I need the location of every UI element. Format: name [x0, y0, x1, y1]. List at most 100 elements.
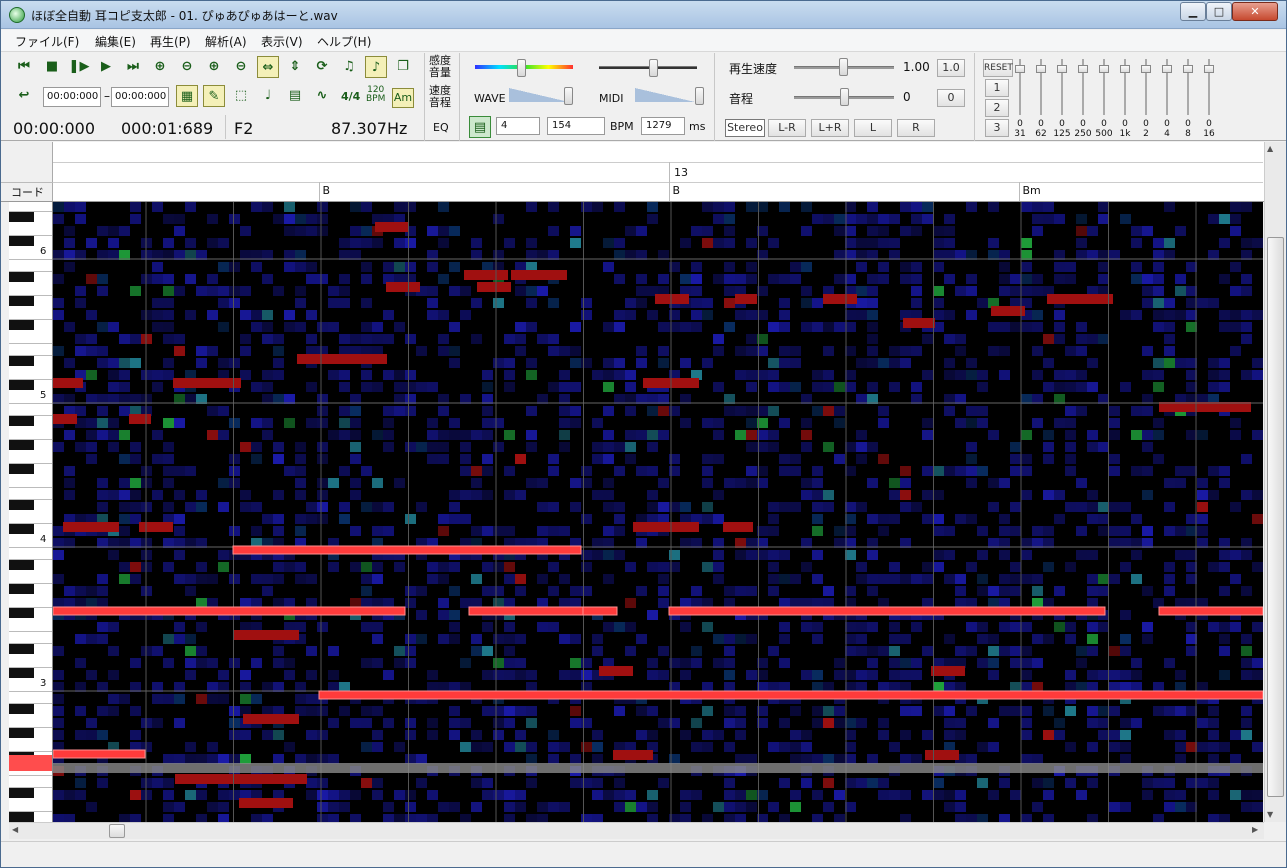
speed-reset-button[interactable]: 1.0	[937, 59, 965, 77]
left-channel-button[interactable]: L	[854, 119, 892, 137]
color-slider-thumb[interactable]	[517, 59, 526, 77]
play-icon[interactable]: ▶	[95, 56, 117, 78]
eq-band-slider-4[interactable]	[1162, 57, 1172, 117]
end-time-field[interactable]: 00:00:000	[111, 87, 169, 107]
pencil-icon[interactable]: ✎	[203, 85, 225, 107]
menu-help[interactable]: ヘルプ(H)	[317, 33, 371, 50]
pause-play-icon[interactable]: ❚▶	[68, 56, 90, 78]
monitor-icon[interactable]: ♪	[365, 56, 387, 78]
pitch-slider-thumb[interactable]	[840, 88, 849, 106]
eq-band-slider-125[interactable]	[1057, 57, 1067, 117]
vertical-scrollbar[interactable]: ▲ ▼	[1264, 142, 1286, 822]
eq-band-slider-62[interactable]	[1036, 57, 1046, 117]
eq-band-slider-31[interactable]	[1015, 57, 1025, 117]
piano-black-key[interactable]	[9, 608, 34, 618]
grid-icon[interactable]: ▤	[284, 85, 306, 107]
piano-black-key[interactable]	[9, 464, 34, 474]
volume-slider-thumb[interactable]	[649, 59, 658, 77]
eq-band-thumb[interactable]	[1099, 65, 1109, 73]
piano-black-key[interactable]	[9, 524, 34, 534]
piano-keyboard[interactable]: 6543	[9, 202, 53, 822]
eq-band-thumb[interactable]	[1078, 65, 1088, 73]
eq-preset-1[interactable]: 1	[985, 79, 1009, 97]
zoom-out-horizontal-icon[interactable]: ⊖	[176, 56, 198, 78]
eq-band-slider-500[interactable]	[1099, 57, 1109, 117]
eq-band-thumb[interactable]	[1120, 65, 1130, 73]
minimize-button[interactable]: ▁	[1180, 2, 1206, 21]
ms-field[interactable]: 1279	[641, 117, 685, 135]
wave-slider-thumb[interactable]	[564, 87, 573, 105]
piano-black-key[interactable]	[9, 560, 34, 570]
scroll-right-icon[interactable]: ▶	[1252, 825, 1258, 834]
eq-band-thumb[interactable]	[1204, 65, 1214, 73]
piano-black-key[interactable]	[9, 296, 34, 306]
menu-file[interactable]: ファイル(F)	[15, 33, 79, 50]
key-button[interactable]: Am	[392, 88, 414, 108]
piano-black-key[interactable]	[9, 212, 34, 222]
horizontal-scroll-thumb[interactable]	[109, 824, 125, 838]
spectrogram-canvas[interactable]	[53, 202, 1263, 822]
chord-label[interactable]: Bm	[1023, 184, 1041, 197]
piano-black-key[interactable]	[9, 380, 34, 390]
horizontal-scrollbar[interactable]: ◀ ▶	[9, 822, 1264, 839]
piano-black-key[interactable]	[9, 812, 34, 822]
l-minus-r-button[interactable]: L-R	[768, 119, 806, 137]
layout-icon[interactable]: ▦	[176, 85, 198, 107]
eq-band-slider-1k[interactable]	[1120, 57, 1130, 117]
eq-label[interactable]: EQ	[433, 122, 449, 134]
menu-edit[interactable]: 編集(E)	[95, 33, 136, 50]
eq-band-thumb[interactable]	[1162, 65, 1172, 73]
piano-black-key[interactable]	[9, 788, 34, 798]
vertical-scroll-thumb[interactable]	[1267, 237, 1284, 797]
time-signature-button[interactable]: 4/4	[341, 91, 360, 103]
grid-toggle-icon[interactable]: ▤	[469, 116, 491, 138]
midi-slider-thumb[interactable]	[695, 87, 704, 105]
rewind-icon[interactable]: ⏮	[13, 56, 35, 78]
piano-black-key[interactable]	[9, 272, 34, 282]
piano-black-key[interactable]	[9, 416, 34, 426]
l-plus-r-button[interactable]: L+R	[811, 119, 849, 137]
zoom-out-vertical-icon[interactable]: ⊖	[230, 56, 252, 78]
zoom-in-horizontal-icon[interactable]: ⊕	[149, 56, 171, 78]
stop-icon[interactable]: ■	[41, 56, 63, 78]
beats-spinner[interactable]: 4	[496, 117, 540, 135]
eq-band-slider-250[interactable]	[1078, 57, 1088, 117]
piano-black-key[interactable]	[9, 500, 34, 510]
scroll-left-icon[interactable]: ◀	[12, 825, 18, 834]
select-rect-icon[interactable]: ⬚	[230, 85, 252, 107]
curve-icon[interactable]: ∿	[311, 85, 333, 107]
eq-band-thumb[interactable]	[1141, 65, 1151, 73]
piano-black-key[interactable]	[9, 440, 34, 450]
stereo-button[interactable]: Stereo	[725, 119, 765, 137]
eq-preset-3[interactable]: 3	[985, 119, 1009, 137]
piano-black-key[interactable]	[9, 728, 34, 738]
scroll-down-icon[interactable]: ▼	[1267, 810, 1273, 819]
bpm-button[interactable]: 120 BPM	[366, 86, 385, 104]
eq-band-slider-2[interactable]	[1141, 57, 1151, 117]
eq-band-slider-8[interactable]	[1183, 57, 1193, 117]
menu-analyze[interactable]: 解析(A)	[205, 33, 247, 50]
eq-preset-2[interactable]: 2	[985, 99, 1009, 117]
eq-band-thumb[interactable]	[1183, 65, 1193, 73]
eq-band-thumb[interactable]	[1015, 65, 1025, 73]
speaker-icon[interactable]: ♫	[338, 56, 360, 78]
loop-icon[interactable]: ⟳	[311, 56, 333, 78]
eq-band-thumb[interactable]	[1057, 65, 1067, 73]
eq-band-slider-16[interactable]	[1204, 57, 1214, 117]
piano-black-key[interactable]	[9, 668, 34, 678]
right-channel-button[interactable]: R	[897, 119, 935, 137]
maximize-button[interactable]: □	[1206, 2, 1232, 21]
fit-horizontal-icon[interactable]: ⇔	[257, 56, 279, 78]
chord-label[interactable]: B	[323, 184, 331, 197]
eq-reset-button[interactable]: RESET	[983, 59, 1013, 77]
menu-play[interactable]: 再生(P)	[150, 33, 191, 50]
scroll-up-icon[interactable]: ▲	[1267, 144, 1273, 153]
piano-black-key[interactable]	[9, 704, 34, 714]
fast-forward-icon[interactable]: ⏭	[122, 56, 144, 78]
zoom-in-vertical-icon[interactable]: ⊕	[203, 56, 225, 78]
piano-black-key[interactable]	[9, 356, 34, 366]
bpm-spinner[interactable]: 154	[547, 117, 605, 135]
eq-band-thumb[interactable]	[1036, 65, 1046, 73]
start-time-field[interactable]: 00:00:000	[43, 87, 101, 107]
return-icon[interactable]: ↩	[13, 85, 35, 107]
